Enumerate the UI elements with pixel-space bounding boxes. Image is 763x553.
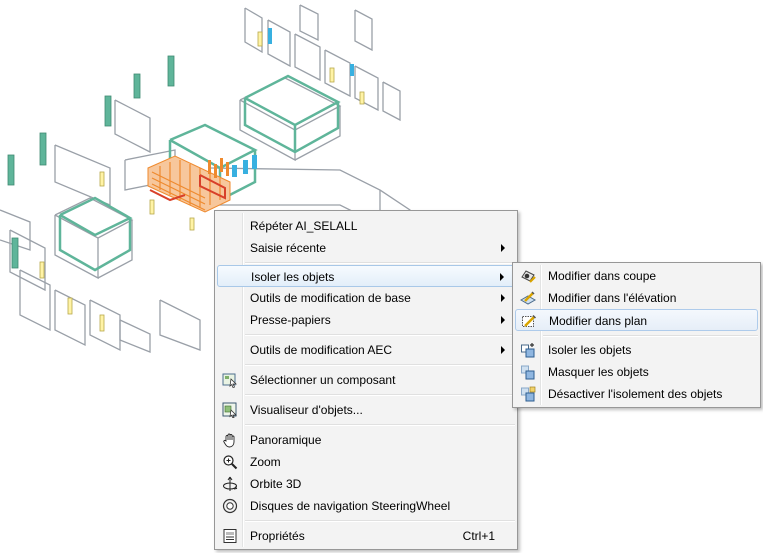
menu-separator [543, 335, 758, 337]
edit-in-section-icon [521, 270, 536, 283]
pan-hand-icon [223, 433, 235, 448]
submenu-item-label: Modifier dans coupe [548, 269, 657, 283]
menu-item-select-component[interactable]: Sélectionner un composant [217, 369, 515, 391]
menu-item-label: Orbite 3D [250, 477, 302, 491]
menu-item-label: Saisie récente [250, 241, 327, 255]
zoom-icon [223, 455, 238, 470]
submenu-item-label: Isoler les objets [548, 343, 632, 357]
menu-item-label: Isoler les objets [251, 270, 335, 284]
menu-item-label: Propriétés [250, 529, 305, 543]
object-viewer-icon [222, 402, 237, 418]
menu-item-label: Outils de modification de base [250, 291, 411, 305]
menu-item-label: Répéter AI_SELALL [250, 219, 358, 233]
menu-separator [245, 520, 515, 522]
menu-separator [245, 364, 515, 366]
submenu-item-label: Désactiver l'isolement des objets [548, 387, 723, 401]
menu-item-label: Presse-papiers [250, 313, 331, 327]
orbit-icon [223, 476, 238, 491]
properties-icon [223, 529, 237, 543]
edit-in-plan-icon [522, 314, 537, 327]
context-menu: Répéter AI_SELALL Saisie récente Isoler … [214, 210, 518, 550]
menu-item-label: Outils de modification AEC [250, 343, 393, 357]
menu-item-label: Panoramique [250, 433, 322, 447]
menu-item-steeringwheel[interactable]: Disques de navigation SteeringWheel [217, 495, 515, 517]
menu-item-object-viewer[interactable]: Visualiseur d'objets... [217, 399, 515, 421]
menu-item-recent-input[interactable]: Saisie récente [217, 237, 515, 259]
menu-separator [245, 424, 515, 426]
submenu-arrow-icon [501, 316, 505, 324]
menu-item-pan[interactable]: Panoramique [217, 429, 515, 451]
submenu-item-end-isolation[interactable]: Désactiver l'isolement des objets [515, 383, 758, 405]
menu-item-3d-orbit[interactable]: Orbite 3D [217, 473, 515, 495]
submenu-item-hide-objects[interactable]: Masquer les objets [515, 361, 758, 383]
menu-item-clipboard[interactable]: Presse-papiers [217, 309, 515, 331]
submenu-item-edit-in-plan[interactable]: Modifier dans plan [515, 309, 758, 331]
isolate-objects-submenu: Modifier dans coupe Modifier dans l'élév… [512, 262, 761, 408]
menu-item-aec-modify-tools[interactable]: Outils de modification AEC [217, 339, 515, 361]
submenu-arrow-icon [501, 294, 505, 302]
isolate-objects-icon [521, 343, 535, 358]
submenu-item-isolate-objects[interactable]: Isoler les objets [515, 339, 758, 361]
hide-objects-icon [521, 365, 535, 380]
steeringwheel-icon [222, 498, 238, 514]
submenu-item-label: Modifier dans plan [549, 314, 648, 328]
menu-item-repeat-ai-selall[interactable]: Répéter AI_SELALL [217, 215, 515, 237]
menu-separator [245, 334, 515, 336]
submenu-item-edit-in-elevation[interactable]: Modifier dans l'élévation [515, 287, 758, 309]
selected-objects [147, 155, 231, 213]
columns [7, 55, 175, 269]
submenu-arrow-icon [500, 273, 504, 281]
menu-item-isolate-objects[interactable]: Isoler les objets [217, 265, 515, 287]
menu-item-label: Visualiseur d'objets... [250, 403, 363, 417]
select-component-icon [222, 373, 237, 388]
submenu-item-label: Modifier dans l'élévation [548, 291, 677, 305]
menu-item-shortcut: Ctrl+1 [462, 529, 495, 543]
edit-in-elevation-icon [520, 291, 536, 305]
menu-item-label: Zoom [250, 455, 281, 469]
end-isolation-icon [521, 386, 536, 402]
submenu-item-edit-in-section[interactable]: Modifier dans coupe [515, 265, 758, 287]
menu-item-zoom[interactable]: Zoom [217, 451, 515, 473]
submenu-arrow-icon [501, 244, 505, 252]
menu-separator [245, 394, 515, 396]
menu-item-label: Disques de navigation SteeringWheel [250, 499, 451, 513]
menu-separator [245, 262, 515, 264]
menu-item-label: Sélectionner un composant [250, 373, 396, 387]
submenu-arrow-icon [501, 346, 505, 354]
menu-item-properties[interactable]: Propriétés Ctrl+1 [217, 525, 515, 547]
submenu-item-label: Masquer les objets [548, 365, 649, 379]
menu-item-basic-modify-tools[interactable]: Outils de modification de base [217, 287, 515, 309]
